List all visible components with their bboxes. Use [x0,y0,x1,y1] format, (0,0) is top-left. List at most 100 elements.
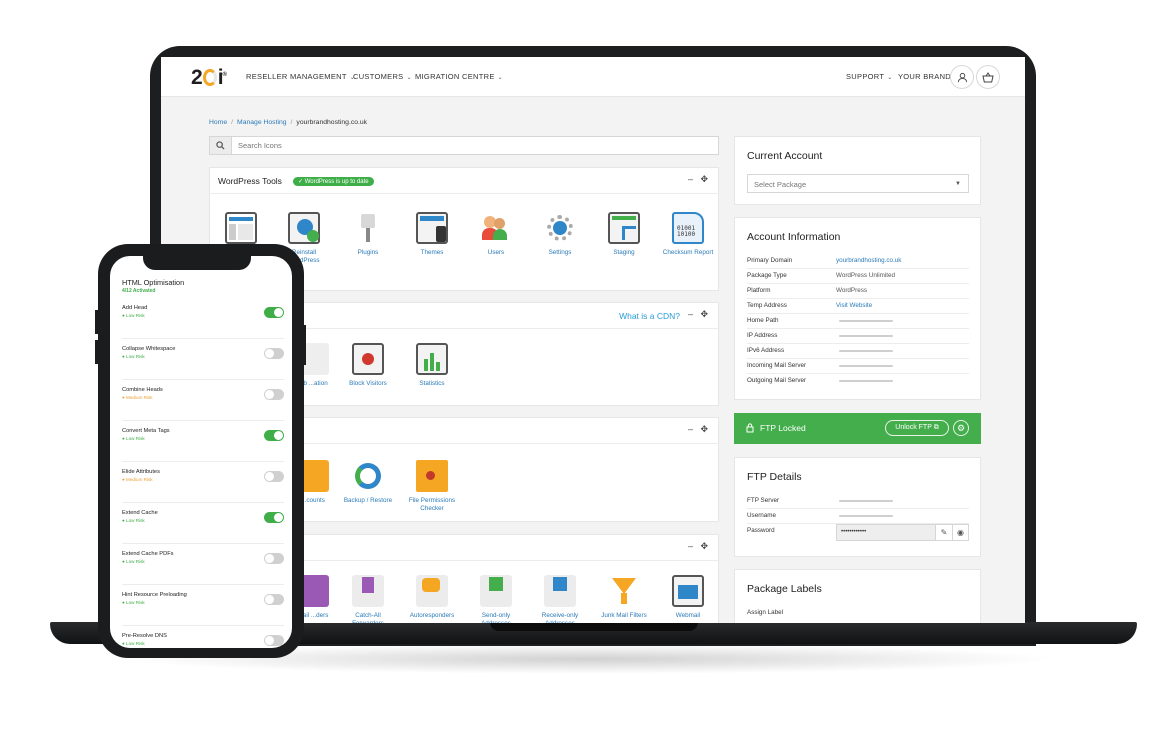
dashboard-icon [225,212,257,244]
caret-down-icon: ▼ [955,181,961,187]
option-toggle[interactable] [264,389,284,400]
tool-staging[interactable]: Staging [596,212,652,257]
webmail-icon [672,575,704,607]
tool-autoresponders[interactable]: Autoresponders [404,575,460,620]
panel-controls[interactable]: – ✥ [688,424,708,435]
ftp-locked-bar: FTP Locked Unlock FTP ⧉ ⚙ [734,413,981,444]
breadcrumb-manage-hosting[interactable]: Manage Hosting [237,119,287,126]
card-title: Current Account [747,150,823,162]
logo-registered: ® [222,72,228,78]
eye-icon: ◉ [957,528,964,537]
laptop-notch [490,622,698,631]
primary-domain-link[interactable]: yourbrandhosting.co.uk [836,257,901,264]
tool-block-visitors[interactable]: Block Visitors [340,343,396,388]
lock-icon [746,423,754,433]
tool-statistics[interactable]: Statistics [404,343,460,388]
info-row-package-type: Package Type WordPress Unlimited [747,269,969,284]
card-title: Account Information [747,231,841,243]
info-key: Primary Domain [747,257,793,264]
option-toggle[interactable] [264,430,284,441]
tool-receive-only-addresses[interactable]: Receive-only Addresses [532,575,588,623]
panel-controls[interactable]: – ✥ [688,174,708,185]
tool-catch-all-forwarders[interactable]: Catch-All Forwarders [340,575,396,623]
tool-backup-restore[interactable]: Backup / Restore [340,460,396,505]
package-select[interactable]: Select Package ▼ [747,174,969,193]
chevron-down-icon: ⌄ [497,75,503,81]
brand-logo[interactable]: 2 i® [191,66,228,90]
masked-value [839,365,893,367]
tool-plugins[interactable]: Plugins [340,212,396,257]
staging-icon [608,212,640,244]
tool-label: Junk Mail Filters [601,612,647,619]
activated-count: 4/12 Activated [122,288,156,294]
option-name: Convert Meta Tags [122,428,170,434]
nav-your-brand[interactable]: YOUR BRAND [898,72,951,81]
search-button[interactable] [210,137,232,154]
risk-label: ● Low Risk [122,518,145,523]
option-toggle[interactable] [264,471,284,482]
unlock-ftp-button[interactable]: Unlock FTP ⧉ [885,420,949,436]
edit-password-button[interactable]: ✎ [935,525,952,540]
option-toggle[interactable] [264,348,284,359]
option-toggle[interactable] [264,553,284,564]
tool-send-only-addresses[interactable]: Send-only Addresses [468,575,524,623]
option-row: Hint Resource Preloading ● Low Risk [122,585,284,626]
risk-label: ● Low Risk [122,641,145,646]
backup-icon [352,460,384,492]
tool-label: Webmail [675,612,701,619]
info-value: WordPress Unlimited [836,272,896,279]
nav-migration-centre[interactable]: MIGRATION CENTRE ⌄ [415,72,503,81]
phone-screen: HTML Optimisation 4/12 Activated Add Hea… [110,256,292,648]
nav-reseller-management[interactable]: RESELLER MANAGEMENT ⌄ [246,72,355,81]
basket-icon [982,71,994,82]
info-key: Temp Address [747,302,787,309]
gear-icon [544,212,576,244]
search-input[interactable] [238,141,538,150]
panel-controls[interactable]: – ✥ [688,541,708,552]
ftp-settings-button[interactable]: ⚙ [953,420,969,436]
option-toggle[interactable] [264,635,284,646]
tool-label: Receive-only Addresses [541,612,579,623]
risk-label: ● Medium Risk [122,395,153,400]
autoresponder-icon [416,575,448,607]
panel-controls[interactable]: – ✥ [688,309,708,320]
panel-header: WordPress Tools ✓ WordPress is up to dat… [210,168,718,194]
password-field[interactable]: •••••••••••• ✎ ◉ [836,524,969,541]
basket-button[interactable] [976,65,1000,89]
tool-checksum-report[interactable]: 01001 10100 Checksum Report [660,212,716,257]
option-row: Add Head ● Low Risk [122,298,284,339]
info-key: Incoming Mail Server [747,362,807,369]
visit-website-link[interactable]: Visit Website [836,302,872,309]
tool-webmail[interactable]: Webmail [660,575,716,620]
option-name: Add Head [122,305,148,311]
nav-label: RESELLER MANAGEMENT [246,72,347,81]
gear-icon: ⚙ [956,423,966,433]
info-row-outgoing-mail: Outgoing Mail Server [747,374,969,389]
option-toggle[interactable] [264,307,284,318]
tool-label: Statistics [419,380,445,387]
nav-support[interactable]: SUPPORT ⌄ [846,72,893,81]
tool-label: Settings [548,249,572,256]
option-toggle[interactable] [264,594,284,605]
nav-customers[interactable]: CUSTOMERS ⌄ [353,72,412,81]
masked-value [839,380,893,382]
top-navigation-bar: 2 i® RESELLER MANAGEMENT ⌄ CUSTOMERS ⌄ MIGR… [161,57,1025,97]
device-mockup: 2 i® RESELLER MANAGEMENT ⌄ CUSTOMERS ⌄ MIGR… [0,0,1172,752]
risk-label: ● Low Risk [122,600,145,605]
what-is-cdn-link[interactable]: What is a CDN? [619,311,680,321]
tool-file-permissions-checker[interactable]: File Permissions Checker [404,460,460,513]
tool-label: Backup / Restore [343,497,393,504]
logo-ring-icon [202,69,217,86]
show-password-button[interactable]: ◉ [952,525,968,540]
breadcrumb-home[interactable]: Home [209,119,227,126]
tool-settings[interactable]: Settings [532,212,588,257]
user-account-button[interactable] [950,65,974,89]
tool-themes[interactable]: Themes [404,212,460,257]
nav-label: MIGRATION CENTRE [415,72,495,81]
tool-junk-mail-filters[interactable]: Junk Mail Filters [596,575,652,620]
nav-label: CUSTOMERS [353,72,404,81]
option-row: Elide Attributes ● Medium Risk [122,462,284,503]
option-toggle[interactable] [264,512,284,523]
card-title: FTP Details [747,471,802,483]
tool-users[interactable]: Users [468,212,524,257]
